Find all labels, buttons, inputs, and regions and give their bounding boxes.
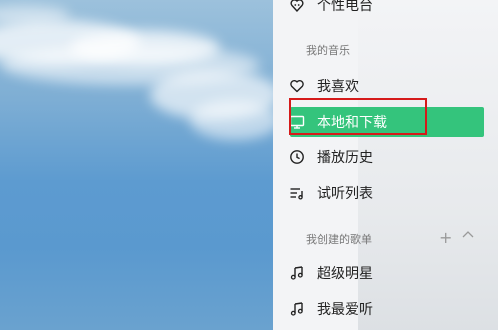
playlist-item[interactable]: 超级明星 — [287, 258, 487, 288]
music-note-icon — [287, 263, 307, 283]
sky-background — [0, 0, 273, 330]
sidebar-item-favorites[interactable]: 我喜欢 — [287, 71, 487, 101]
music-note-icon — [287, 299, 307, 319]
sidebar-item-trial-list[interactable]: 试听列表 — [287, 178, 487, 208]
sidebar: 个性电台 我的音乐 我喜欢 本地和下载 播放历史 试听列表 我创建的歌单 + 超… — [273, 0, 498, 330]
playlist-item[interactable]: 我最爱听 — [287, 294, 487, 324]
clock-icon — [287, 147, 307, 167]
highlight-box — [289, 98, 427, 135]
sidebar-item-label: 个性电台 — [317, 0, 373, 14]
playlist-item-label: 我最爱听 — [317, 302, 373, 318]
sidebar-item-label: 播放历史 — [317, 150, 373, 166]
add-playlist-icon[interactable]: + — [439, 228, 452, 247]
heart-icon — [287, 76, 307, 96]
playlist-item-label: 超级明星 — [317, 266, 373, 282]
sidebar-item-label: 我喜欢 — [317, 79, 359, 95]
radio-icon — [287, 0, 307, 15]
section-header-my-music: 我的音乐 — [306, 44, 350, 57]
sidebar-item-history[interactable]: 播放历史 — [287, 142, 487, 172]
section-header-created-playlists: 我创建的歌单 — [306, 233, 372, 246]
sidebar-item-radio[interactable]: 个性电台 — [287, 0, 487, 20]
collapse-icon[interactable] — [461, 228, 475, 246]
cloud — [190, 100, 273, 140]
sidebar-item-label: 试听列表 — [317, 186, 373, 202]
playlist-icon — [287, 183, 307, 203]
